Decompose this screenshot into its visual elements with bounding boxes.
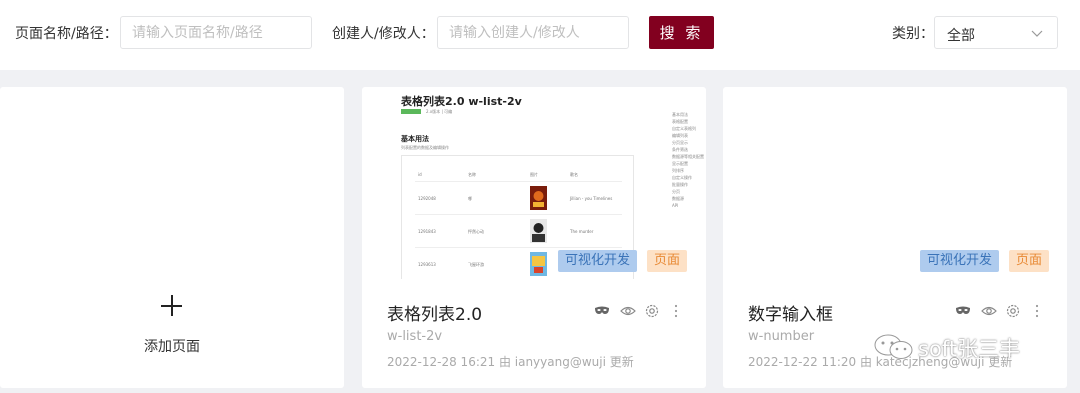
preview-badge [401, 109, 421, 114]
preview-nav-item: 批量操作 [672, 182, 688, 187]
category-label: 类别： [892, 26, 934, 42]
preview-nav-item: 数据源等相关配置 [672, 154, 704, 159]
card-title: 表格列表2.0 [387, 305, 483, 325]
preview-section-title: 基本用法 [401, 135, 429, 143]
creator-label: 创建人/修改人： [332, 26, 435, 42]
more-vertical-icon[interactable] [1029, 303, 1045, 319]
page-name-input[interactable] [120, 16, 312, 49]
eye-icon[interactable] [620, 303, 636, 319]
card-id: w-number [748, 329, 815, 344]
card-title: 数字输入框 [748, 305, 833, 325]
plus-icon [161, 295, 182, 316]
preview-cell: 怦然心动 [468, 229, 484, 234]
preview-row: 1291843 怦然心动 The murder [415, 214, 622, 247]
preview-nav-item: 条件筛选 [672, 147, 688, 152]
preview-cell: 飞屋环游 [468, 262, 484, 267]
preview-nav-item: 自定义表格列 [672, 126, 696, 131]
movie-poster-image [530, 186, 547, 210]
preview-col-header: 图片 [530, 172, 538, 177]
chevron-down-icon [1031, 30, 1043, 37]
movie-poster-image [530, 219, 547, 243]
preview-cell: 哪 [468, 196, 472, 201]
preview-cell: 1293613 [418, 262, 436, 267]
page-name-label: 页面名称/路径： [15, 26, 118, 42]
tag-page: 页面 [1009, 250, 1050, 272]
gear-icon[interactable] [644, 303, 660, 319]
filter-bar: 页面名称/路径： 创建人/修改人： 搜 索 类别： 全部 [0, 0, 1080, 70]
preview-nav-item: 自定义操作 [672, 175, 692, 180]
tag-visual-dev: 可视化开发 [920, 250, 1000, 272]
preview-section-desc: 列表配置的数据及编辑操作 [401, 145, 449, 150]
mask-icon[interactable] [955, 303, 971, 319]
preview-row: 1292048 哪 Jillian - you Timelines [415, 181, 622, 214]
preview-cell: 1291843 [418, 229, 436, 234]
preview-col-header: id [418, 172, 422, 177]
category-select[interactable]: 全部 [934, 16, 1058, 49]
preview-nav-item: 显示配置 [672, 161, 688, 166]
card-id: w-list-2v [387, 329, 443, 344]
wechat-icon [874, 334, 913, 359]
preview-nav-item: 列排序 [672, 168, 684, 173]
preview-nav-item: 分页 [672, 189, 680, 194]
preview-heading: 表格列表2.0 w-list-2v [401, 95, 522, 108]
preview-subtitle: 2.x版本 | 可编 [426, 109, 453, 114]
preview-nav-item: 数据源 [672, 196, 684, 201]
preview-side-nav: 基本用法 表格配置 自定义表格列 编辑列表 分页显示 条件筛选 数据源等相关配置… [672, 112, 704, 210]
add-page-label: 添加页面 [144, 339, 200, 355]
gear-icon[interactable] [1005, 303, 1021, 319]
movie-poster-image [530, 252, 547, 276]
mask-icon[interactable] [594, 303, 610, 319]
preview-nav-item: 表格配置 [672, 119, 688, 124]
preview-cell: Jillian - you Timelines [570, 196, 613, 201]
tag-visual-dev: 可视化开发 [558, 250, 638, 272]
tag-page: 页面 [647, 250, 688, 272]
more-vertical-icon[interactable] [668, 303, 684, 319]
preview-nav-item: 编辑列表 [672, 133, 688, 138]
card-meta: 2022-12-28 16:21 由 ianyyang@wuji 更新 [387, 355, 634, 369]
page-card[interactable]: 表格列表2.0 w-list-2v 2.x版本 | 可编 基本用法 列表配置的数… [362, 87, 706, 388]
category-select-value: 全部 [947, 28, 975, 44]
preview-col-header: 名称 [468, 172, 476, 177]
search-button[interactable]: 搜 索 [649, 16, 714, 49]
add-page-card[interactable]: 添加页面 [0, 87, 344, 388]
preview-nav-item: API [672, 203, 679, 208]
preview-nav-item: 分页显示 [672, 140, 688, 145]
watermark-text: soft张三丰 [918, 337, 1021, 361]
preview-col-header: 歌名 [570, 172, 578, 177]
preview-nav-item: 基本用法 [672, 112, 688, 117]
eye-icon[interactable] [981, 303, 997, 319]
creator-input[interactable] [437, 16, 629, 49]
preview-cell: The murder [570, 229, 594, 234]
preview-cell: 1292048 [418, 196, 436, 201]
